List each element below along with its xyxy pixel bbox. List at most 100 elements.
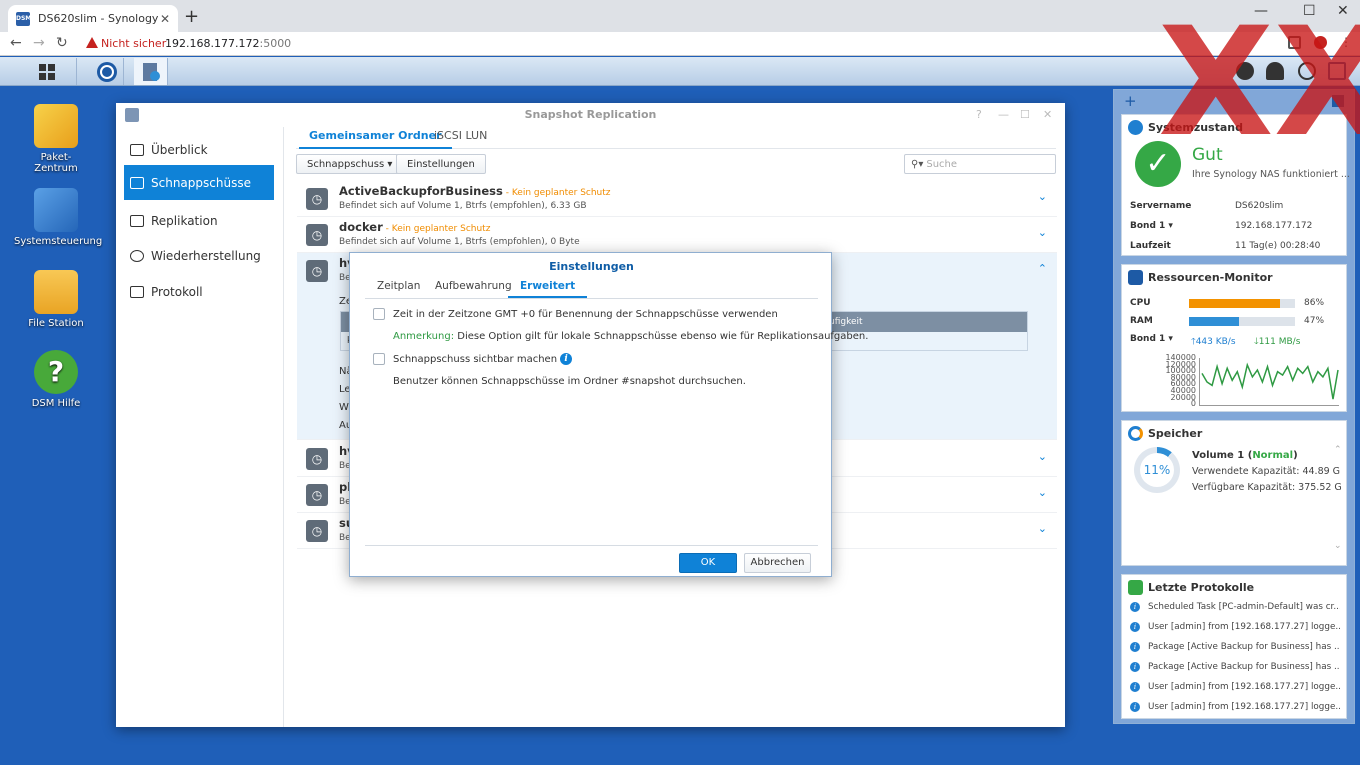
- sidebar-item-label: Schnappschüsse: [151, 175, 251, 190]
- desktop-icon-paket-zentrum[interactable]: Paket- Zentrum: [14, 104, 98, 174]
- log-icon: [130, 285, 144, 298]
- sidebar-item-schnappschuesse[interactable]: Schnappschüsse: [124, 165, 274, 200]
- info-icon: i: [1130, 702, 1140, 712]
- window-maximize-button[interactable]: ☐: [1020, 108, 1030, 121]
- url-host: 192.168.177.172: [165, 37, 260, 50]
- desktop-icon-systemsteuerung[interactable]: Systemsteuerung: [14, 188, 102, 247]
- main-menu-button[interactable]: [17, 58, 77, 85]
- status-label: - Kein geplanter Schutz: [382, 224, 491, 234]
- uptime-label: Laufzeit: [1130, 241, 1171, 251]
- volume-label: Volume 1 (: [1192, 450, 1253, 461]
- info-icon: i: [1130, 622, 1140, 632]
- chevron-up-icon[interactable]: ⌃: [1038, 262, 1047, 275]
- widget-recent-logs: Letzte Protokolle i Scheduled Task [PC-ad…: [1121, 574, 1347, 719]
- help-button[interactable]: ?: [976, 108, 982, 121]
- ram-percent: 47%: [1304, 316, 1325, 326]
- list-item[interactable]: ◷ docker - Kein geplanter Schutz Befinde…: [297, 217, 1057, 253]
- browser-tab[interactable]: DSM DS620slim - Synology NAS ✕: [8, 5, 178, 32]
- log-text: User [admin] from [192.168.177.27] logge…: [1148, 622, 1340, 632]
- snapshot-visible-checkbox[interactable]: [373, 353, 385, 365]
- chevron-down-icon[interactable]: ⌄: [1038, 190, 1047, 203]
- add-widget-button[interactable]: +: [1124, 92, 1137, 110]
- log-entry[interactable]: i User [admin] from [192.168.177.27] logg…: [1130, 679, 1340, 695]
- gmt-timezone-label[interactable]: Zeit in der Zeitzone GMT +0 für Benennun…: [393, 309, 778, 320]
- new-tab-button[interactable]: +: [184, 8, 199, 26]
- url-field[interactable]: 192.168.177.172:5000: [165, 37, 291, 50]
- dialog-title: Einstellungen: [549, 260, 634, 273]
- snapshot-visible-description: Benutzer können Schnappschüsse im Ordner…: [393, 376, 746, 387]
- desktop-icon-dsm-hilfe[interactable]: ? DSM Hilfe: [14, 350, 98, 409]
- chevron-down-icon[interactable]: ⌄: [1038, 486, 1047, 499]
- y-tick-label: 0: [1190, 399, 1196, 409]
- tab-gemeinsamer-ordner[interactable]: Gemeinsamer Ordner: [299, 129, 452, 149]
- desktop-icon-label: File Station: [28, 318, 84, 329]
- snapshot-dropdown-button[interactable]: Schnappschuss ▾: [296, 154, 404, 174]
- bond-dropdown[interactable]: Bond 1 ▾: [1130, 221, 1173, 231]
- log-entry[interactable]: i User [admin] from [192.168.177.27] logg…: [1130, 699, 1340, 715]
- snapshot-history-icon: ◷: [306, 260, 328, 282]
- security-label[interactable]: Nicht sicher: [101, 37, 166, 50]
- sidebar-item-replikation[interactable]: Replikation: [124, 203, 274, 238]
- reload-button[interactable]: ↻: [56, 35, 68, 51]
- cpu-bar-fill: [1189, 299, 1281, 308]
- window-minimize-button[interactable]: —: [998, 108, 1009, 121]
- chevron-down-icon[interactable]: ⌄: [1038, 522, 1047, 535]
- tab-iscsi-lun[interactable]: iSCSI LUN: [434, 129, 487, 142]
- log-text: User [admin] from [192.168.177.27] logge…: [1148, 682, 1340, 692]
- forward-button[interactable]: →: [33, 35, 45, 51]
- log-entry[interactable]: i User [admin] from [192.168.177.27] logg…: [1130, 619, 1340, 635]
- list-item[interactable]: ◷ ActiveBackupforBusiness - Kein geplant…: [297, 181, 1057, 217]
- info-icon: i: [1130, 662, 1140, 672]
- log-list-icon: [1128, 580, 1143, 595]
- cancel-button[interactable]: Abbrechen: [744, 553, 811, 573]
- search-input[interactable]: ⚲▾ Suche: [904, 154, 1056, 174]
- gmt-timezone-checkbox[interactable]: [373, 308, 385, 320]
- scroll-down-icon[interactable]: ⌄: [1334, 541, 1342, 551]
- taskbar-app-resource[interactable]: [90, 58, 124, 85]
- snapshot-history-icon: ◷: [306, 188, 328, 210]
- log-entry[interactable]: i Package [Active Backup for Business] ha…: [1130, 659, 1340, 675]
- bond-dropdown[interactable]: Bond 1 ▾: [1130, 334, 1173, 344]
- back-button[interactable]: ←: [10, 35, 22, 51]
- servername-value: DS620slim: [1235, 201, 1284, 211]
- sidebar-item-protokoll[interactable]: Protokoll: [124, 274, 274, 309]
- widget-title: Letzte Protokolle: [1148, 581, 1255, 594]
- snapshot-visible-label[interactable]: Schnappschuss sichtbar machen i: [393, 353, 573, 365]
- sidebar-item-wiederherstellung[interactable]: Wiederherstellung: [124, 238, 274, 273]
- ram-label: RAM: [1130, 316, 1153, 326]
- desktop-icon-file-station[interactable]: File Station: [14, 270, 98, 329]
- info-icon: i: [1130, 642, 1140, 652]
- note-body: Diese Option gilt für lokale Schnappschü…: [454, 331, 869, 342]
- sidebar-item-label: Überblick: [151, 142, 208, 157]
- tab-zeitplan[interactable]: Zeitplan: [377, 280, 420, 292]
- widget-title: Speicher: [1148, 427, 1203, 440]
- chevron-down-icon[interactable]: ⌄: [1038, 450, 1047, 463]
- window-close-button[interactable]: ✕: [1043, 108, 1052, 121]
- snapshot-history-icon: ◷: [306, 224, 328, 246]
- bond-ip-value: 192.168.177.172: [1235, 221, 1313, 231]
- taskbar-app-snapshot[interactable]: [134, 58, 168, 85]
- info-icon[interactable]: i: [560, 353, 573, 365]
- widget-title: Ressourcen-Monitor: [1148, 271, 1273, 284]
- ok-button[interactable]: OK: [679, 553, 737, 573]
- warning-icon: [86, 37, 98, 48]
- dialog-divider: [365, 545, 818, 546]
- volume-status: Normal: [1252, 450, 1294, 461]
- log-entry[interactable]: i Package [Active Backup for Business] ha…: [1130, 639, 1340, 655]
- settings-button[interactable]: Einstellungen: [396, 154, 486, 174]
- log-entry[interactable]: i Scheduled Task [PC-admin-Default] was c…: [1130, 599, 1340, 615]
- tab-close-icon[interactable]: ✕: [160, 12, 170, 26]
- desktop-icon-label: Paket- Zentrum: [34, 152, 78, 174]
- chevron-down-icon[interactable]: ⌄: [1038, 226, 1047, 239]
- cpu-percent: 86%: [1304, 298, 1325, 308]
- folder-name: docker: [339, 220, 383, 234]
- sidebar-item-ueberblick[interactable]: Überblick: [124, 132, 274, 167]
- package-icon: [34, 104, 78, 148]
- servername-label: Servername: [1130, 201, 1192, 211]
- log-text: Package [Active Backup for Business] has…: [1148, 662, 1340, 672]
- storage-icon: [1128, 426, 1143, 441]
- network-chart-svg: [1201, 362, 1339, 400]
- tab-erweitert[interactable]: Erweitert: [507, 280, 588, 298]
- scroll-up-icon[interactable]: ⌃: [1334, 445, 1342, 455]
- tab-aufbewahrung[interactable]: Aufbewahrung: [435, 280, 512, 292]
